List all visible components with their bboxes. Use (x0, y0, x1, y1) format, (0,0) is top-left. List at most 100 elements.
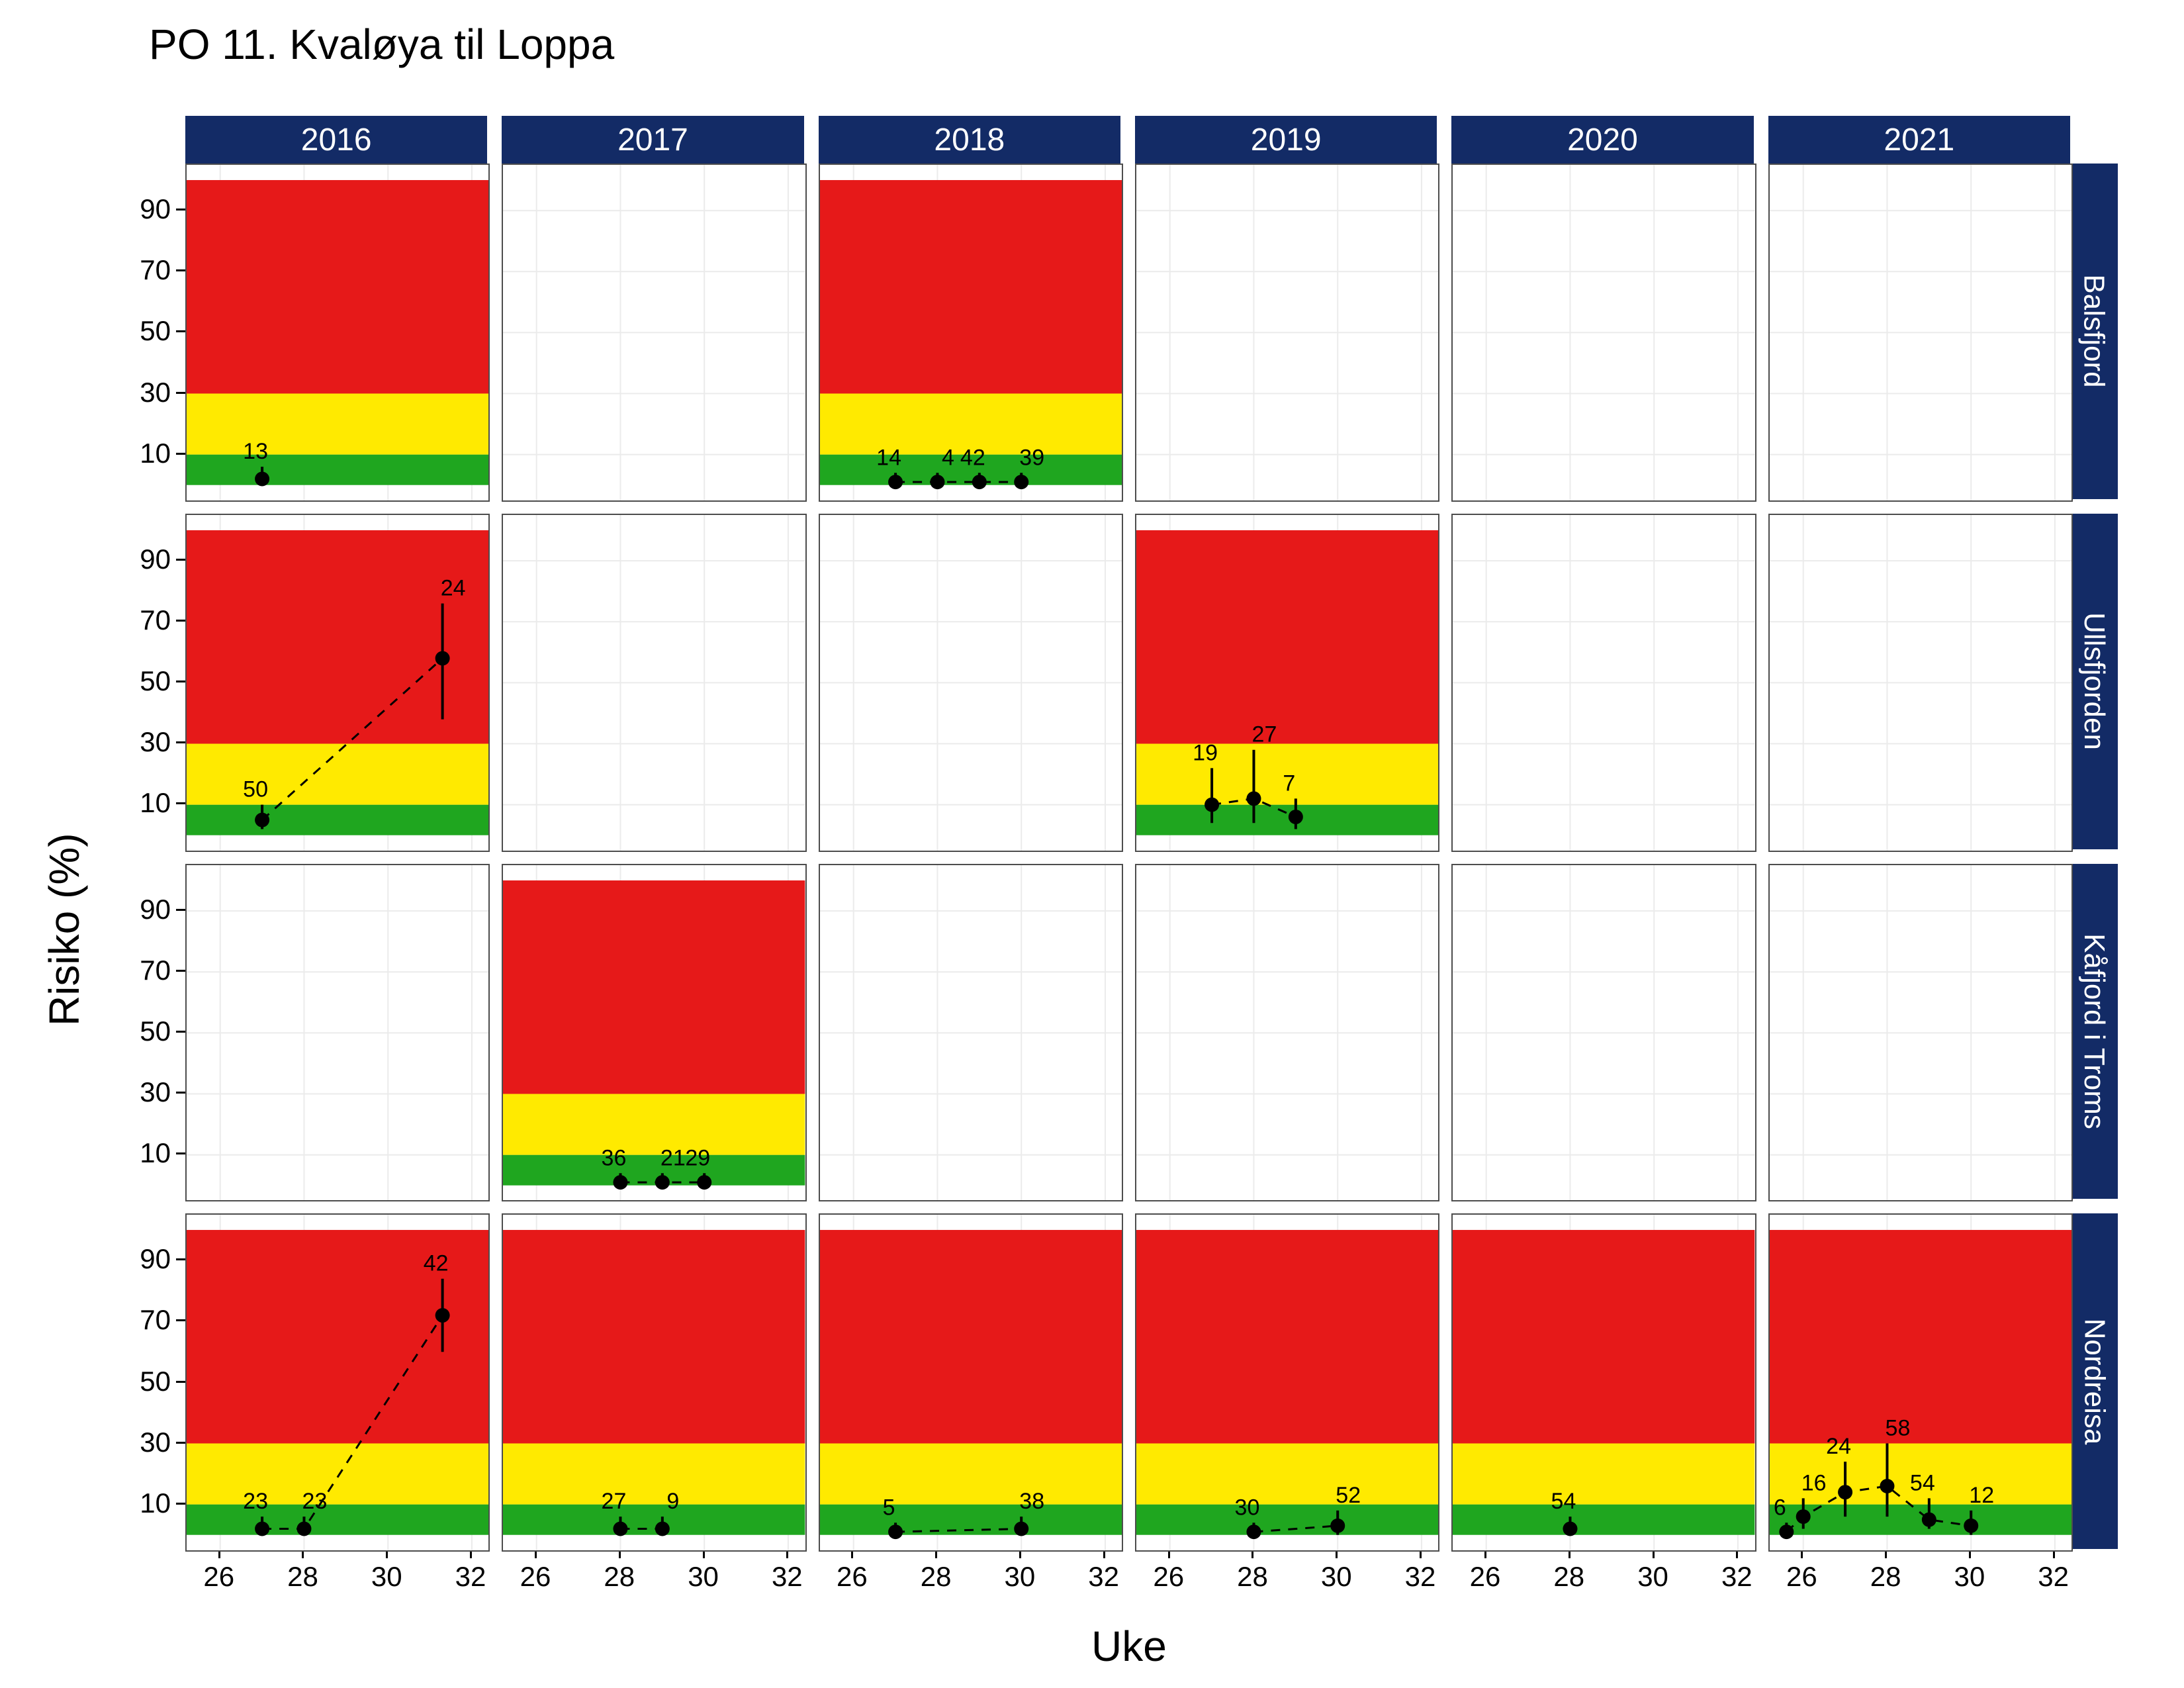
y-tick-mark (176, 620, 185, 622)
facet-panel: 23 23 42 (185, 1213, 490, 1552)
y-tick-mark (176, 1381, 185, 1383)
svg-text:19: 19 (1193, 740, 1218, 765)
svg-text:6: 6 (1774, 1495, 1786, 1521)
facet-col-strip: 2020 (1451, 116, 1753, 164)
svg-text:13: 13 (243, 439, 268, 464)
svg-text:50: 50 (243, 776, 268, 802)
y-tick-label: 70 (119, 604, 171, 636)
x-tick-label: 32 (1088, 1561, 1119, 1593)
y-tick-mark (176, 802, 185, 804)
y-tick-mark (176, 741, 185, 743)
svg-text:14: 14 (876, 445, 901, 470)
y-tick-mark (176, 209, 185, 211)
svg-text:21: 21 (660, 1145, 686, 1170)
y-tick-mark (176, 1503, 185, 1505)
svg-text:9: 9 (667, 1489, 680, 1514)
facet-panel (502, 164, 806, 502)
svg-text:23: 23 (243, 1489, 268, 1514)
svg-text:24: 24 (1826, 1434, 1851, 1459)
facet-panel (819, 864, 1123, 1202)
y-tick-label: 90 (119, 894, 171, 925)
svg-text:27: 27 (1252, 722, 1277, 747)
facet-col-strip: 2019 (1135, 116, 1437, 164)
x-tick-label: 30 (1005, 1561, 1036, 1593)
x-tick-label: 26 (1786, 1561, 1817, 1593)
x-tick-label: 32 (2038, 1561, 2069, 1593)
y-tick-label: 10 (119, 1487, 171, 1519)
svg-text:42: 42 (960, 445, 985, 470)
svg-text:42: 42 (424, 1251, 449, 1276)
y-tick-label: 30 (119, 1427, 171, 1458)
facet-panel: 50 24 (185, 514, 490, 852)
svg-text:29: 29 (686, 1145, 711, 1170)
x-tick-label: 28 (287, 1561, 318, 1593)
facet-panel (1768, 864, 2073, 1202)
y-tick-mark (176, 269, 185, 271)
facet-row-strip: Nordreisa (2070, 1213, 2118, 1549)
x-tick-label: 26 (520, 1561, 551, 1593)
facet-panel (185, 864, 490, 1202)
y-tick-label: 10 (119, 787, 171, 819)
y-tick-mark (176, 680, 185, 682)
svg-text:54: 54 (1551, 1489, 1576, 1514)
facet-row-strip: Balsfjord (2070, 164, 2118, 499)
facet-panel: 538 (819, 1213, 1123, 1552)
y-tick-mark (176, 1152, 185, 1154)
y-axis-label: Risiko (%) (40, 833, 89, 1026)
x-tick-label: 26 (203, 1561, 234, 1593)
y-tick-label: 30 (119, 726, 171, 758)
facet-row-strip: Kåfjord i Troms (2070, 864, 2118, 1199)
y-tick-mark (176, 1319, 185, 1321)
facet-panel (502, 514, 806, 852)
x-tick-label: 28 (1237, 1561, 1268, 1593)
facet-panel (1768, 164, 2073, 502)
y-tick-mark (176, 559, 185, 561)
facet-col-strip: 2017 (502, 116, 803, 164)
svg-text:12: 12 (1969, 1483, 1994, 1508)
svg-text:58: 58 (1885, 1416, 1910, 1441)
chart-title: PO 11. Kvaløya til Loppa (149, 20, 614, 69)
x-tick-label: 30 (1321, 1561, 1352, 1593)
svg-text:52: 52 (1336, 1483, 1361, 1508)
y-tick-label: 50 (119, 1366, 171, 1397)
x-tick-label: 26 (837, 1561, 868, 1593)
facet-panel: 27 9 (502, 1213, 806, 1552)
facet-panel: 61624585412 (1768, 1213, 2073, 1552)
facet-panel: 13 (185, 164, 490, 502)
facet-panel: 3052 (1135, 1213, 1439, 1552)
y-tick-mark (176, 1258, 185, 1260)
x-tick-label: 28 (1553, 1561, 1584, 1593)
facet-col-strip: 2016 (185, 116, 487, 164)
facet-panel (1135, 164, 1439, 502)
y-tick-label: 90 (119, 193, 171, 225)
y-tick-mark (176, 909, 185, 911)
y-tick-label: 90 (119, 543, 171, 575)
svg-text:36: 36 (602, 1145, 627, 1170)
y-tick-mark (176, 453, 185, 455)
y-tick-label: 30 (119, 377, 171, 408)
y-tick-label: 50 (119, 315, 171, 347)
y-tick-mark (176, 970, 185, 972)
facet-panel: 1444239 (819, 164, 1123, 502)
y-tick-label: 30 (119, 1076, 171, 1108)
x-tick-label: 32 (1405, 1561, 1436, 1593)
y-tick-label: 10 (119, 438, 171, 469)
x-axis-label: Uke (1091, 1622, 1167, 1671)
svg-text:7: 7 (1283, 771, 1295, 796)
x-tick-label: 32 (772, 1561, 803, 1593)
x-tick-label: 26 (1153, 1561, 1184, 1593)
facet-panel: 54 (1451, 1213, 1756, 1552)
svg-text:24: 24 (441, 575, 466, 600)
svg-text:4: 4 (942, 445, 954, 470)
y-tick-label: 10 (119, 1137, 171, 1169)
facet-col-strip: 2018 (819, 116, 1120, 164)
facet-col-strip: 2021 (1768, 116, 2070, 164)
svg-text:5: 5 (882, 1495, 895, 1521)
svg-text:23: 23 (302, 1489, 328, 1514)
x-tick-label: 28 (921, 1561, 952, 1593)
x-tick-label: 32 (455, 1561, 486, 1593)
svg-text:27: 27 (602, 1489, 627, 1514)
facet-panel: 36 2129 (502, 864, 806, 1202)
facet-row-strip: Ullsfjorden (2070, 514, 2118, 849)
facet-panel (1451, 164, 1756, 502)
